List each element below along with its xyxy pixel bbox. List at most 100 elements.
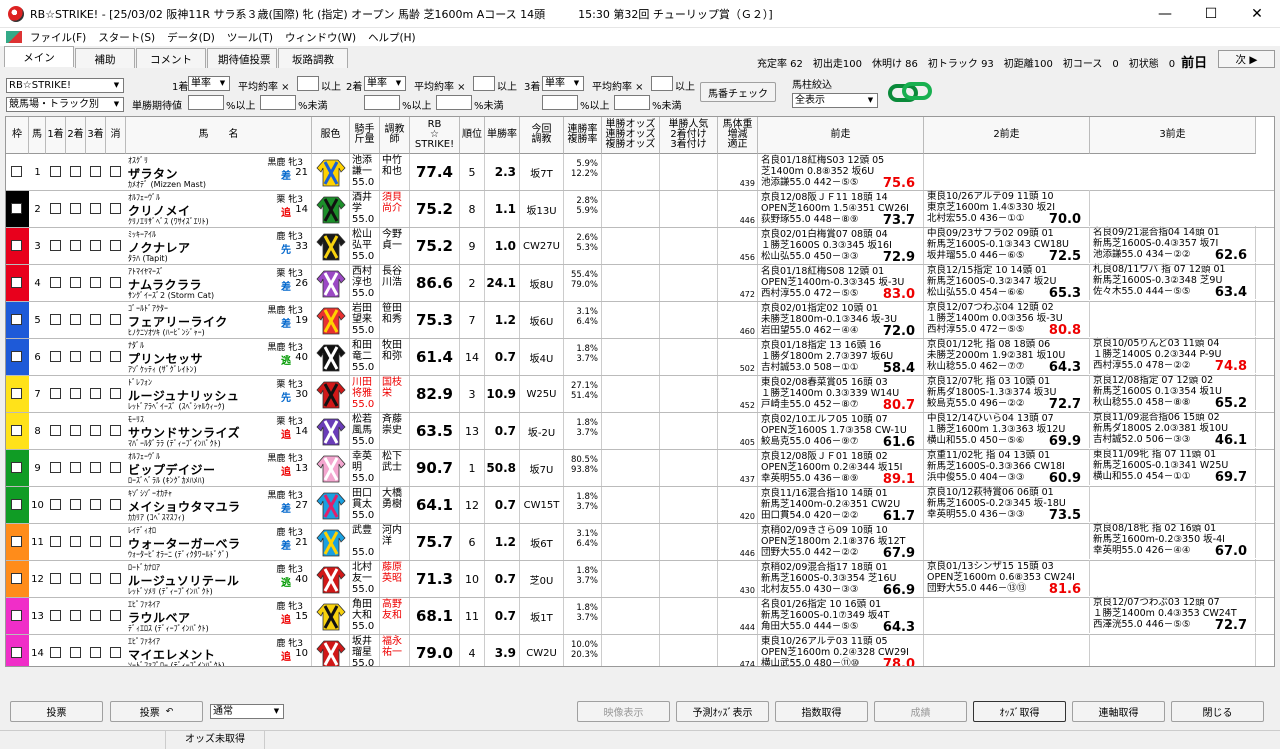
past-race-1[interactable]: 京稍02/09きさら09 10頭 10 OPEN芝1800m 2.1⑧376 坂…: [758, 524, 924, 560]
video-button[interactable]: 映像表示: [577, 701, 670, 722]
rate2-max-input[interactable]: [436, 95, 472, 110]
place1-checkbox[interactable]: [50, 240, 61, 251]
place1-checkbox[interactable]: [50, 573, 61, 584]
place3-checkbox[interactable]: [90, 351, 101, 362]
rate3-max-input[interactable]: [614, 95, 650, 110]
past-race-1[interactable]: 京良12/08阪ＪＦ11 18頭 14 OPEN芝1600m 1.5④351 C…: [758, 191, 924, 227]
vote-mode-select[interactable]: 通常: [210, 704, 284, 719]
horse-cell[interactable]: ﾐｯｷｰｱｲﾙ 鹿 牝3 ノクナレア ﾀﾗﾊ (Tapit) 先 33: [126, 228, 312, 264]
delete-checkbox[interactable]: [110, 203, 121, 214]
place1-checkbox[interactable]: [50, 314, 61, 325]
place3-checkbox[interactable]: [90, 425, 101, 436]
place2-checkbox[interactable]: [70, 166, 81, 177]
delete-checkbox[interactable]: [110, 610, 121, 621]
horse-cell[interactable]: ｵﾙﾌｪｰｳﾞﾙ 栗 牝3 クリノメイ ｸﾘﾉｴﾘｻﾞﾍﾞｽ (ﾜｻｲｽﾞｴﾘﾄ…: [126, 191, 312, 227]
horse-check-button[interactable]: 馬番チェック: [700, 82, 776, 102]
place1-checkbox[interactable]: [50, 647, 61, 658]
past-race-1[interactable]: 京良12/08阪ＪＦ01 18頭 02 OPEN芝1600m 0.2④344 坂…: [758, 450, 924, 486]
delete-checkbox[interactable]: [110, 425, 121, 436]
close-button[interactable]: ✕: [1234, 0, 1280, 28]
delete-checkbox[interactable]: [110, 314, 121, 325]
delete-checkbox[interactable]: [110, 536, 121, 547]
filter-select[interactable]: 全表示: [792, 93, 878, 108]
delete-checkbox[interactable]: [110, 277, 121, 288]
delete-checkbox[interactable]: [110, 351, 121, 362]
past-race-1[interactable]: 京良02/10エルフ05 10頭 07 OPEN芝1600S 1.7③358 C…: [758, 413, 924, 449]
waku-checkbox[interactable]: [11, 166, 22, 177]
waku-checkbox[interactable]: [11, 277, 22, 288]
tab-ev-vote[interactable]: 期待値投票: [207, 48, 277, 68]
menu-file[interactable]: ファイル(F): [24, 30, 92, 45]
horse-cell[interactable]: ﾄﾞﾚﾌｫﾝ 栗 牝3 ルージュナリッシュ ﾚｯﾄﾞｱﾗﾍﾞｲｰｽﾞ (ｽﾍﾟｼ…: [126, 376, 312, 412]
past-race-1[interactable]: 京稍02/09混合指17 18頭 01 新馬芝1600S-0.3③354 芝16…: [758, 561, 924, 597]
horse-cell[interactable]: ﾛｰﾄﾞｶﾅﾛｱ 鹿 牝3 ルージュソリテール ﾚｯﾄﾞｿﾒﾘ (ﾃﾞｨｰﾌﾟｲ…: [126, 561, 312, 597]
place2-select[interactable]: 単率: [364, 76, 406, 91]
delete-checkbox[interactable]: [110, 388, 121, 399]
maximize-button[interactable]: ☐: [1188, 0, 1234, 28]
place2-checkbox[interactable]: [70, 499, 81, 510]
past-race-1[interactable]: 京良02/01指定02 10頭 01 未勝芝1800m-0.1③346 坂-3U…: [758, 302, 924, 338]
place1-checkbox[interactable]: [50, 536, 61, 547]
delete-checkbox[interactable]: [110, 647, 121, 658]
waku-checkbox[interactable]: [11, 536, 22, 547]
place2-checkbox[interactable]: [70, 388, 81, 399]
past-race-1[interactable]: 東良10/26アルテ03 11頭 05 OPEN芝1600m 0.2④328 C…: [758, 635, 924, 666]
menu-window[interactable]: ウィンドウ(W): [279, 30, 362, 45]
delete-checkbox[interactable]: [110, 166, 121, 177]
tab-hill-training[interactable]: 坂路調教: [278, 48, 348, 68]
place3-checkbox[interactable]: [90, 536, 101, 547]
waku-checkbox[interactable]: [11, 462, 22, 473]
place2-checkbox[interactable]: [70, 425, 81, 436]
past-race-1[interactable]: 名良01/18紅梅S03 12頭 05 芝1400m 0.8⑧352 坂6U 池…: [758, 154, 924, 190]
place2-checkbox[interactable]: [70, 203, 81, 214]
close-window-button[interactable]: 閉じる: [1171, 701, 1264, 722]
tab-comment[interactable]: コメント: [136, 48, 206, 68]
delete-checkbox[interactable]: [110, 499, 121, 510]
results-button[interactable]: 成績: [874, 701, 967, 722]
place1-checkbox[interactable]: [50, 499, 61, 510]
place3-checkbox[interactable]: [90, 647, 101, 658]
waku-checkbox[interactable]: [11, 573, 22, 584]
place2-checkbox[interactable]: [70, 277, 81, 288]
place2-checkbox[interactable]: [70, 647, 81, 658]
waku-checkbox[interactable]: [11, 425, 22, 436]
place3-checkbox[interactable]: [90, 388, 101, 399]
menu-help[interactable]: ヘルプ(H): [362, 30, 422, 45]
past-race-1[interactable]: 名良01/18紅梅S08 12頭 01 OPEN芝1400m-0.3③345 坂…: [758, 265, 924, 301]
place1-checkbox[interactable]: [50, 425, 61, 436]
waku-checkbox[interactable]: [11, 314, 22, 325]
rate2-min-input[interactable]: [364, 95, 400, 110]
place3-checkbox[interactable]: [90, 314, 101, 325]
odds-fetch-button[interactable]: ｵｯｽﾞ取得: [973, 701, 1066, 722]
place1-checkbox[interactable]: [50, 388, 61, 399]
place3-checkbox[interactable]: [90, 203, 101, 214]
waku-checkbox[interactable]: [11, 203, 22, 214]
axis-fetch-button[interactable]: 連軸取得: [1072, 701, 1165, 722]
delete-checkbox[interactable]: [110, 573, 121, 584]
place1-checkbox[interactable]: [50, 203, 61, 214]
menu-data[interactable]: データ(D): [161, 30, 221, 45]
horse-cell[interactable]: ｴﾋﾟﾌｧﾈｲｱ 鹿 牝3 マイエレメント ｿｰﾄﾞﾌｧﾌﾟﾛｰ (ﾃﾞｨｰﾌﾟ…: [126, 635, 312, 666]
place1-checkbox[interactable]: [50, 277, 61, 288]
waku-checkbox[interactable]: [11, 351, 22, 362]
place1-checkbox[interactable]: [50, 351, 61, 362]
vote-link-button[interactable]: 投票 ↶: [110, 701, 203, 722]
horse-cell[interactable]: ﾅﾀﾞﾙ 黒鹿 牝3 プリンセッサ ｱｿﾞｹｯﾃｨ (ｻﾞｸﾞﾚｲﾄﾝ) 逃 4…: [126, 339, 312, 375]
menu-start[interactable]: スタート(S): [92, 30, 161, 45]
place2-checkbox[interactable]: [70, 536, 81, 547]
place3-select[interactable]: 単率: [542, 76, 584, 91]
place1-select[interactable]: 単率: [188, 76, 230, 91]
horse-cell[interactable]: ｵﾙﾌｪｰｳﾞﾙ 黒鹿 牝3 ビップデイジー ﾛｰｽﾞﾍﾞﾗﾙ (ｷﾝｸﾞｶﾒﾊ…: [126, 450, 312, 486]
place2-checkbox[interactable]: [70, 314, 81, 325]
place3-checkbox[interactable]: [90, 240, 101, 251]
horse-cell[interactable]: ｷｿﾞｼｿﾞｰｵｶﾁｬ 黒鹿 牝3 メイショウタマユラ ｶｶﾘｱ (ｺﾍﾞｽﾏｽ…: [126, 487, 312, 523]
tab-sub[interactable]: 補助: [75, 48, 135, 68]
place3-checkbox[interactable]: [90, 166, 101, 177]
past-race-1[interactable]: 京良02/01白梅賞07 08頭 04 １勝芝1600S 0.3③345 坂16…: [758, 228, 924, 264]
link-icon[interactable]: [888, 78, 932, 108]
horse-cell[interactable]: ｴﾋﾟﾌｧﾈｲｱ 鹿 牝3 ラウルベア ﾃﾞｨｴﾛｽ (ﾃﾞｨｰﾌﾟｲﾝﾊﾟｸﾄ…: [126, 598, 312, 634]
place3-checkbox[interactable]: [90, 462, 101, 473]
place3-checkbox[interactable]: [90, 573, 101, 584]
waku-checkbox[interactable]: [11, 499, 22, 510]
past-race-1[interactable]: 東良02/08春菜賞05 16頭 03 １勝芝1400m 0.3③339 W14…: [758, 376, 924, 412]
